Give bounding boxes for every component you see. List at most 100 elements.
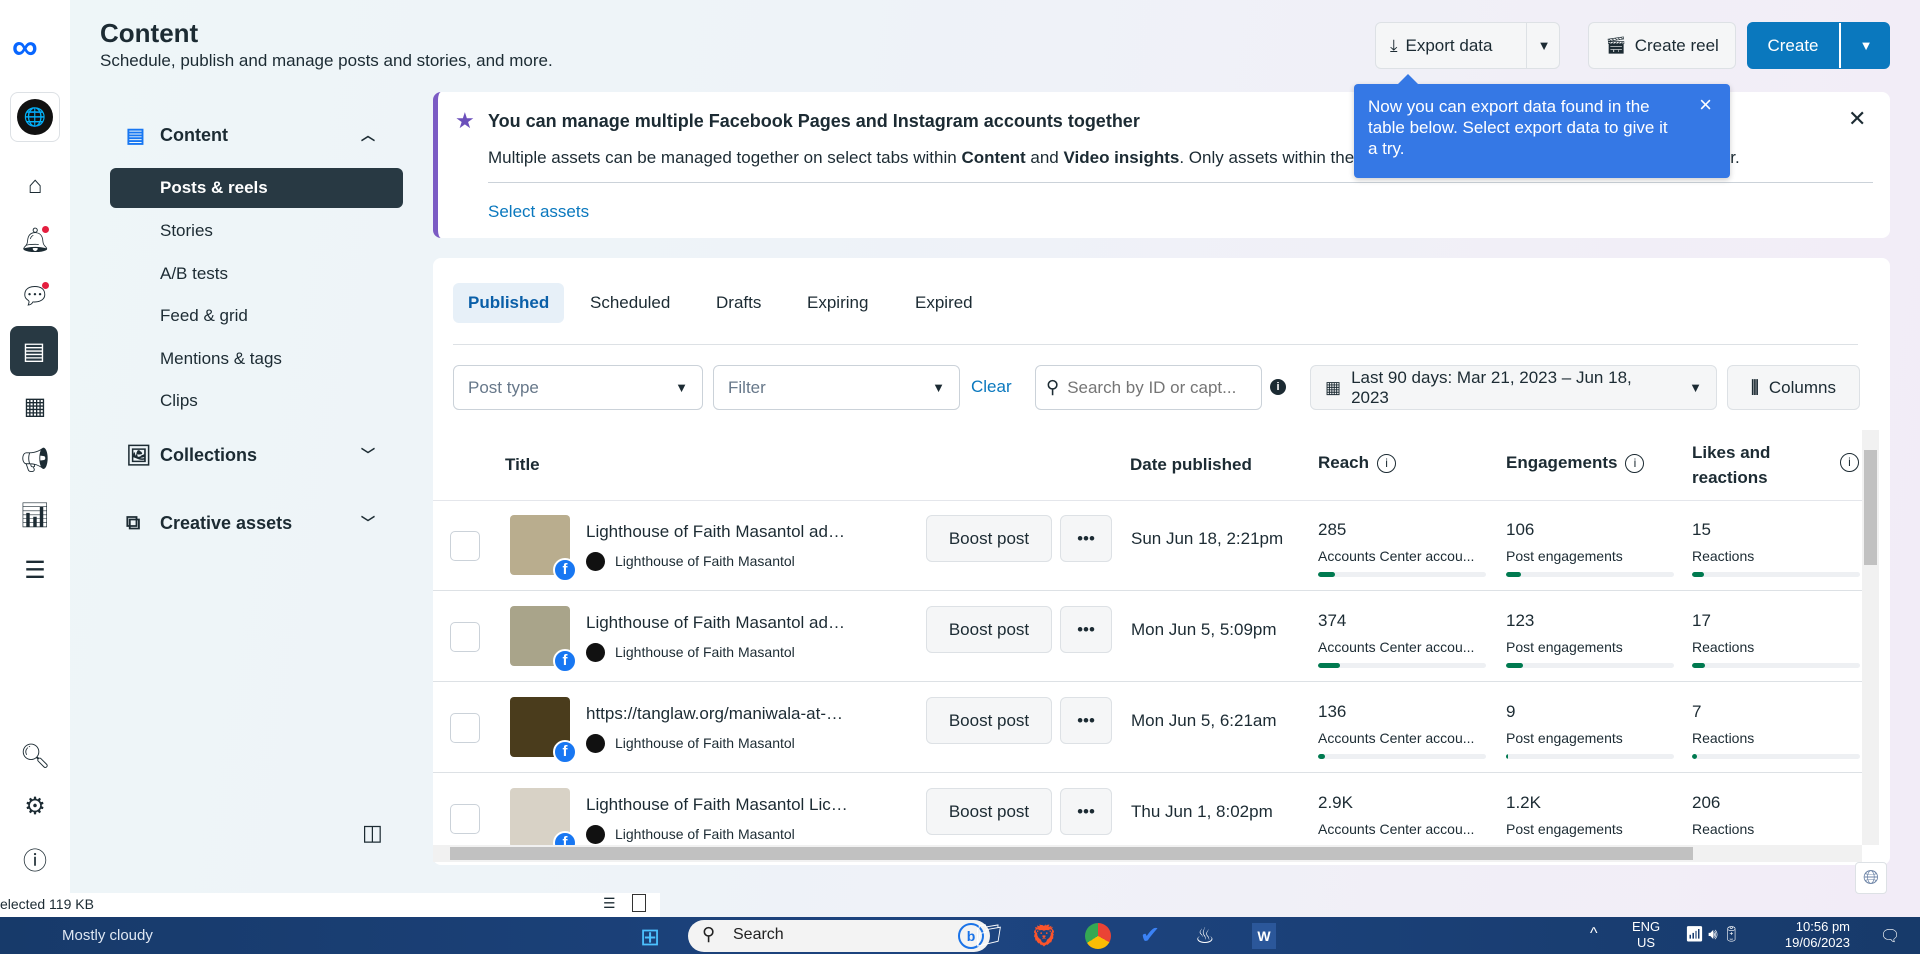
columns-button[interactable]: ⫼ Columns <box>1727 365 1860 410</box>
tab-scheduled[interactable]: Scheduled <box>575 283 685 323</box>
tab-expired[interactable]: Expired <box>900 283 988 323</box>
collections-image-icon: 🖼︎ <box>126 444 152 467</box>
post-title[interactable]: Lighthouse of Faith Masantol Licensing C… <box>586 795 851 815</box>
preview-pane-icon[interactable] <box>632 894 646 912</box>
more-options-icon[interactable]: ••• <box>1060 697 1112 744</box>
todo-check-icon[interactable]: ✔ <box>1140 921 1160 950</box>
table-row[interactable]: f Lighthouse of Faith Masantol added 28 … <box>433 591 1862 682</box>
column-header-reach[interactable]: Reach i <box>1318 453 1397 474</box>
facebook-icon: f <box>553 740 577 764</box>
notification-center-icon[interactable]: 🗨︎ <box>1880 926 1900 946</box>
show-hidden-icons-chevron[interactable]: ^ <box>1590 925 1598 943</box>
tooltip-close-icon[interactable]: × <box>1699 94 1712 116</box>
brave-browser-icon[interactable]: 🦁︎ <box>1030 923 1058 949</box>
boost-post-button[interactable]: Boost post <box>926 788 1052 835</box>
sidebar-section-creative-assets[interactable]: ⧉ Creative assets ﹀ <box>110 503 403 543</box>
metric-eng: 123 Post engagements <box>1506 611 1674 668</box>
metric-bar <box>1506 572 1674 577</box>
horizontal-scrollbar[interactable] <box>433 845 1862 862</box>
sidebar-section-collections[interactable]: 🖼︎ Collections ﹀ <box>110 435 403 475</box>
taskbar-search[interactable]: ⚲ Search b <box>688 920 990 952</box>
sidebar-section-content[interactable]: ▤ Content ︿ <box>110 115 403 155</box>
row-checkbox[interactable] <box>450 804 480 834</box>
network-volume-battery-icons[interactable]: 📶︎ 🔊︎ 🔋︎ <box>1685 925 1741 943</box>
table-row[interactable]: f Lighthouse of Faith Masantol added 11 … <box>433 500 1862 591</box>
sidebar-item-ab-tests[interactable]: A/B tests <box>110 254 403 294</box>
banner-close-icon[interactable]: ✕ <box>1848 106 1866 132</box>
notifications-bell-icon[interactable]: 🔔︎ <box>17 222 53 258</box>
row-checkbox[interactable] <box>450 531 480 561</box>
tab-published[interactable]: Published <box>453 283 565 323</box>
sidebar-item-stories[interactable]: Stories <box>110 211 403 251</box>
steam-icon[interactable]: ♨ <box>1195 923 1215 949</box>
export-dropdown-caret-icon[interactable]: ▼ <box>1526 23 1561 68</box>
boost-post-button[interactable]: Boost post <box>926 515 1052 562</box>
search-input[interactable] <box>1067 377 1248 398</box>
weather-widget[interactable]: Mostly cloudy <box>62 927 153 944</box>
tab-expiring[interactable]: Expiring <box>792 283 883 323</box>
create-reel-button[interactable]: 🎬︎ Create reel <box>1588 22 1736 69</box>
post-title[interactable]: Lighthouse of Faith Masantol added 11 n.… <box>586 522 851 542</box>
row-checkbox[interactable] <box>450 713 480 743</box>
row-checkbox[interactable] <box>450 622 480 652</box>
clock[interactable]: 10:56 pm 19/06/2023 <box>1775 919 1850 951</box>
search-field[interactable]: ⚲ <box>1035 365 1262 410</box>
collapse-sidebar-icon[interactable]: ◫ <box>362 820 383 846</box>
menu-icon[interactable]: ☰ <box>17 552 53 588</box>
column-header-date[interactable]: Date published <box>1130 455 1252 475</box>
metric-bar <box>1692 663 1860 668</box>
details-view-icon[interactable]: ☰ <box>603 895 616 912</box>
help-icon[interactable]: ⓘ <box>17 840 53 876</box>
export-data-button[interactable]: ⤓ Export data ▼ <box>1375 22 1560 69</box>
page-avatar[interactable]: 🌐 <box>10 92 60 142</box>
messages-icon[interactable]: 💬︎ <box>17 278 53 314</box>
clear-filters-link[interactable]: Clear <box>971 377 1012 397</box>
post-title[interactable]: Lighthouse of Faith Masantol added 28 n.… <box>586 613 851 633</box>
banner-title: You can manage multiple Facebook Pages a… <box>488 111 1140 131</box>
boost-post-button[interactable]: Boost post <box>926 697 1052 744</box>
tab-drafts[interactable]: Drafts <box>701 283 776 323</box>
insights-chart-icon[interactable]: 📊︎ <box>17 497 53 533</box>
metric-likes: 206 Reactions <box>1692 793 1860 850</box>
language-globe-icon[interactable]: 🌐︎ <box>1855 862 1887 894</box>
column-header-title[interactable]: Title <box>505 455 540 475</box>
more-options-icon[interactable]: ••• <box>1060 788 1112 835</box>
column-header-engagements[interactable]: Engagements i <box>1506 453 1645 474</box>
search-icon[interactable]: 🔍︎ <box>17 738 53 774</box>
post-type-select[interactable]: Post type ▼ <box>453 365 703 410</box>
create-button[interactable]: Create ▼ <box>1747 22 1890 69</box>
ads-megaphone-icon[interactable]: 📢︎ <box>17 442 53 478</box>
boost-post-button[interactable]: Boost post <box>926 606 1052 653</box>
date-published: Mon Jun 5, 6:21am <box>1131 711 1277 730</box>
filter-select[interactable]: Filter ▼ <box>713 365 960 410</box>
info-icon[interactable]: i <box>1840 453 1859 472</box>
create-dropdown-caret-icon[interactable]: ▼ <box>1839 23 1891 68</box>
chrome-icon[interactable] <box>1085 923 1111 949</box>
sidebar-item-mentions-tags[interactable]: Mentions & tags <box>110 339 403 379</box>
home-icon[interactable]: ⌂ <box>17 168 53 204</box>
date-range-picker[interactable]: ▦ Last 90 days: Mar 21, 2023 – Jun 18, 20… <box>1310 365 1717 410</box>
metric-eng: 9 Post engagements <box>1506 702 1674 759</box>
windows-start-icon[interactable]: ⊞ <box>640 923 660 952</box>
post-title[interactable]: https://tanglaw.org/maniwala-at-magtiw..… <box>586 704 851 724</box>
select-assets-link[interactable]: Select assets <box>488 202 589 222</box>
file-explorer-icon[interactable]: 📁︎ <box>975 923 1003 949</box>
vertical-scrollbar[interactable] <box>1862 430 1879 845</box>
planner-table-icon[interactable]: ▦ <box>17 388 53 424</box>
sidebar-item-feed-grid[interactable]: Feed & grid <box>110 296 403 336</box>
facebook-icon: f <box>553 649 577 673</box>
sidebar-item-posts-reels[interactable]: Posts & reels <box>110 168 403 208</box>
sidebar-item-clips[interactable]: Clips <box>110 381 403 421</box>
metric-bar-fill <box>1692 754 1698 759</box>
input-language[interactable]: ENG US <box>1632 919 1660 951</box>
more-options-icon[interactable]: ••• <box>1060 515 1112 562</box>
word-icon[interactable]: W <box>1252 923 1276 949</box>
settings-gear-icon[interactable]: ⚙ <box>17 788 53 824</box>
content-icon[interactable]: ▤ <box>10 326 58 376</box>
info-icon[interactable]: i <box>1270 379 1286 395</box>
column-header-likes[interactable]: Likes and reactions <box>1692 440 1802 490</box>
table-row[interactable]: f https://tanglaw.org/maniwala-at-magtiw… <box>433 682 1862 773</box>
metric-reach: 136 Accounts Center accou... <box>1318 702 1486 759</box>
meta-logo-icon[interactable]: ∞ <box>12 26 38 68</box>
more-options-icon[interactable]: ••• <box>1060 606 1112 653</box>
